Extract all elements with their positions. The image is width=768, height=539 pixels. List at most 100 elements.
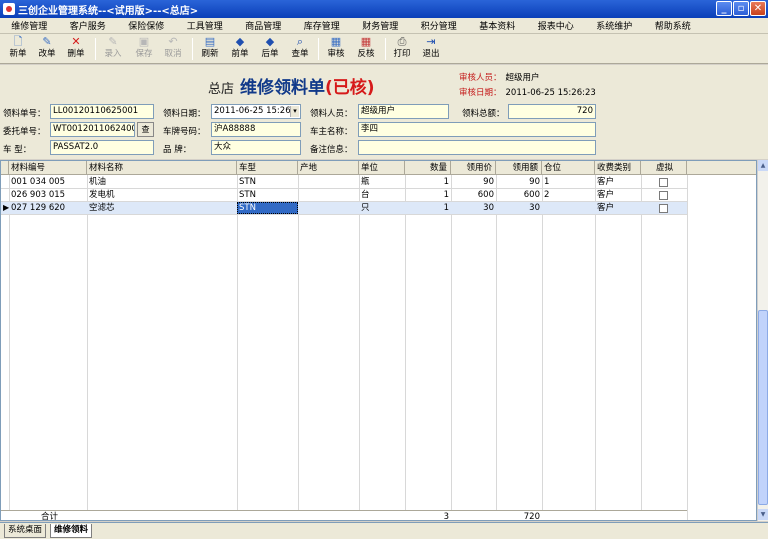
edit-button[interactable]: ✎ 改单 [34, 36, 60, 62]
unaudit-doc-icon: ▦ [360, 35, 372, 48]
grid-line [405, 175, 406, 520]
picker-field[interactable]: 超级用户 [358, 104, 449, 119]
menu-tools[interactable]: 工具管理 [176, 19, 235, 32]
menu-inventory[interactable]: 库存管理 [293, 19, 352, 32]
total-label: 领料总额： [462, 109, 505, 119]
table-header: 材料编号 材料名称 车型 产地 单位 数量 领用价 领用额 仓位 收费类别 虚拟 [1, 161, 756, 175]
scroll-thumb[interactable] [758, 310, 768, 505]
owner-field[interactable]: 李四 [358, 122, 596, 137]
remark-label: 备注信息： [310, 145, 353, 155]
new-document-icon: 🗋 [13, 35, 23, 48]
col-bin[interactable]: 仓位 [542, 161, 595, 175]
arrow-up-icon: ◆ [235, 35, 245, 48]
menu-insurance[interactable]: 保险保修 [117, 19, 176, 32]
col-virtual[interactable]: 虚拟 [641, 161, 687, 175]
delete-button[interactable]: ✕ 删单 [63, 36, 89, 62]
grid-line [595, 175, 596, 520]
tab-desktop[interactable]: 系统桌面 [4, 524, 47, 538]
refresh-button[interactable]: ▤ 刷新 [197, 36, 223, 62]
save-disk-icon: ▣ [138, 35, 150, 48]
menu-system[interactable]: 系统维护 [585, 19, 644, 32]
title-bar: 三创企业管理系统--<试用版>--<总店> _ ▫ ✕ [0, 0, 768, 18]
vertical-scrollbar[interactable]: ▲ ▼ [757, 160, 768, 521]
total-label: 合计 [41, 512, 59, 521]
col-unit[interactable]: 单位 [359, 161, 405, 175]
total-field[interactable]: 720 [508, 104, 596, 119]
branch-name: 总店 [208, 82, 235, 97]
grid-line [451, 175, 452, 520]
exit-button[interactable]: ⇥ 退出 [418, 36, 444, 62]
plate-label: 车牌号码： [163, 127, 206, 137]
total-amount: 720 [523, 512, 540, 521]
scroll-down-icon[interactable]: ▼ [758, 509, 768, 520]
model-cell-editor[interactable]: STN [237, 202, 298, 214]
undo-icon: ↶ [168, 35, 178, 48]
model-field[interactable]: PASSAT2.0 [50, 140, 154, 155]
menu-repair[interactable]: 维修管理 [0, 19, 59, 32]
minimize-button[interactable]: _ [716, 1, 732, 16]
col-qty[interactable]: 数量 [405, 161, 451, 175]
delete-x-icon: ✕ [71, 35, 81, 48]
menu-help[interactable]: 帮助系统 [644, 19, 703, 32]
virtual-checkbox[interactable] [659, 178, 668, 187]
next-button[interactable]: ◆ 后单 [257, 36, 283, 62]
order-no-label: 委托单号： [3, 127, 46, 137]
col-model[interactable]: 车型 [237, 161, 298, 175]
virtual-checkbox[interactable] [659, 204, 668, 213]
auditor-info: 审核人员： 超级用户 [459, 73, 540, 83]
unaudit-button[interactable]: ▦ 反核 [353, 36, 379, 62]
order-browse-button[interactable]: 查 [137, 122, 154, 137]
close-button[interactable]: ✕ [750, 1, 766, 16]
scroll-up-icon[interactable]: ▲ [758, 160, 768, 171]
chevron-down-icon[interactable]: ▾ [290, 106, 299, 117]
prev-button[interactable]: ◆ 前单 [227, 36, 253, 62]
exit-door-icon: ⇥ [426, 35, 436, 48]
entry-button[interactable]: ✎ 录入 [100, 36, 126, 62]
picker-label: 领料人员： [310, 109, 353, 119]
menu-finance[interactable]: 财务管理 [351, 19, 410, 32]
print-button[interactable]: ⎙ 打印 [389, 36, 415, 62]
menu-goods[interactable]: 商品管理 [234, 19, 293, 32]
bottom-tab-bar: 系统桌面 维修领料 [0, 522, 768, 539]
plate-field[interactable]: 沪A88888 [211, 122, 301, 137]
col-price[interactable]: 领用价 [451, 161, 496, 175]
grid-line [542, 175, 543, 520]
doc-no-field[interactable]: LL00120110625001 [50, 104, 154, 119]
menu-basic-data[interactable]: 基本资料 [468, 19, 527, 32]
document-status: (已核) [325, 78, 375, 98]
tab-repair-picking[interactable]: 维修领料 [50, 524, 93, 538]
menu-customer-service[interactable]: 客户服务 [59, 19, 118, 32]
order-no-field[interactable]: WT00120110624001 [50, 122, 135, 137]
col-amount[interactable]: 领用额 [496, 161, 542, 175]
maximize-button[interactable]: ▫ [733, 1, 749, 16]
table-row[interactable]: 026 903 015 发电机 STN 台 1 600 600 2 客户 [1, 189, 687, 201]
virtual-checkbox[interactable] [659, 191, 668, 200]
col-charge[interactable]: 收费类别 [595, 161, 641, 175]
cancel-button[interactable]: ↶ 取消 [160, 36, 186, 62]
entry-pen-icon: ✎ [108, 35, 118, 48]
audit-button[interactable]: ▦ 审核 [323, 36, 349, 62]
materials-table: 材料编号 材料名称 车型 产地 单位 数量 领用价 领用额 仓位 收费类别 虚拟… [0, 160, 757, 521]
col-code[interactable]: 材料编号 [9, 161, 87, 175]
new-button[interactable]: 🗋 新单 [5, 36, 31, 62]
refresh-icon: ▤ [204, 35, 216, 48]
table-row[interactable]: 001 034 005 机油 STN 瓶 1 90 90 1 客户 [1, 176, 687, 188]
model-label: 车 型： [3, 145, 32, 155]
grid-line [9, 175, 10, 520]
col-origin[interactable]: 产地 [298, 161, 359, 175]
brand-field[interactable]: 大众 [211, 140, 301, 155]
owner-label: 车主名称： [310, 127, 353, 137]
menu-points[interactable]: 积分管理 [410, 19, 469, 32]
toolbar: 🗋 新单 ✎ 改单 ✕ 删单 ✎ 录入 ▣ 保存 ↶ 取消 ▤ 刷新 ◆ 前单 … [0, 34, 768, 64]
menu-reports[interactable]: 报表中心 [527, 19, 586, 32]
find-button[interactable]: ⌕ 查单 [287, 36, 313, 62]
date-picker[interactable]: 2011-06-25 15:26: ▾ [211, 104, 301, 119]
table-row-selected[interactable]: ▶ 027 129 620 空滤芯 STN 只 1 30 30 客户 [1, 202, 687, 214]
save-button[interactable]: ▣ 保存 [131, 36, 157, 62]
doc-no-label: 领料单号： [3, 109, 46, 119]
remark-field[interactable] [358, 140, 596, 155]
document-name: 维修领料单 [240, 78, 326, 98]
grid-line [687, 175, 688, 520]
arrow-down-icon: ◆ [265, 35, 275, 48]
col-name[interactable]: 材料名称 [87, 161, 237, 175]
